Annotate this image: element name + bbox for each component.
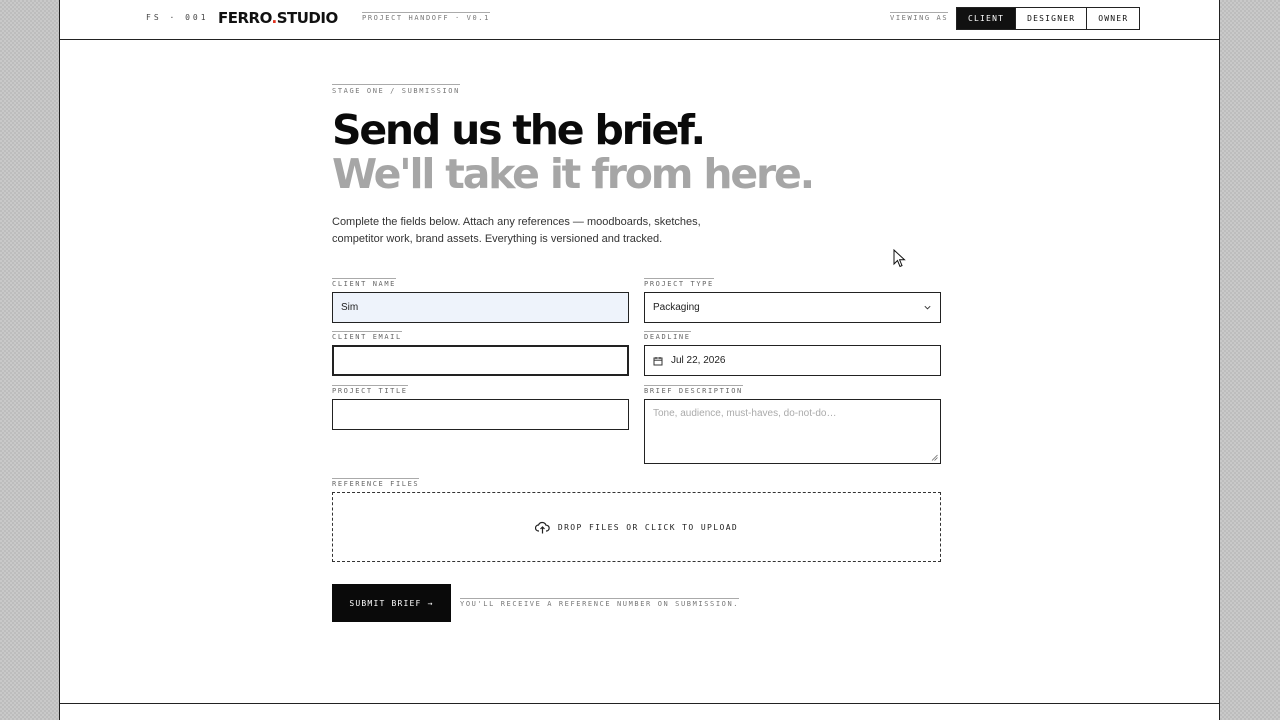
footer-divider bbox=[60, 703, 1219, 704]
client-name-value: Sim bbox=[341, 302, 359, 313]
brand-name-rest: STUDIO bbox=[276, 9, 339, 27]
brief-description-textarea[interactable]: Tone, audience, must-haves, do-not-do… bbox=[644, 399, 941, 464]
reference-files-label: REFERENCE FILES bbox=[332, 478, 420, 488]
deadline-input[interactable]: Jul 22, 2026 bbox=[644, 345, 941, 376]
project-type-value: Packaging bbox=[653, 302, 700, 313]
role-designer-button[interactable]: DESIGNER bbox=[1015, 8, 1087, 29]
calendar-icon bbox=[653, 356, 663, 365]
project-type-label: PROJECT TYPE bbox=[644, 278, 714, 288]
chevron-down-icon bbox=[924, 305, 931, 310]
brief-description-placeholder: Tone, audience, must-haves, do-not-do… bbox=[653, 408, 837, 419]
app-window: FS · 001 FERRO.STUDIO PROJECT HANDOFF · … bbox=[59, 0, 1220, 720]
deadline-field: DEADLINE Jul 22, 2026 bbox=[644, 326, 941, 376]
stage-label: STAGE ONE / SUBMISSION bbox=[332, 84, 460, 95]
brand-name-main: FERRO bbox=[218, 9, 272, 27]
submit-hint: YOU'LL RECEIVE A REFERENCE NUMBER ON SUB… bbox=[460, 598, 740, 608]
submit-row: SUBMIT BRIEF → YOU'LL RECEIVE A REFERENC… bbox=[332, 584, 740, 622]
version-label: PROJECT HANDOFF · V0.1 bbox=[362, 12, 490, 22]
submit-brief-button[interactable]: SUBMIT BRIEF → bbox=[332, 584, 451, 622]
dropzone-text: DROP FILES OR CLICK TO UPLOAD bbox=[557, 522, 739, 532]
file-dropzone[interactable]: DROP FILES OR CLICK TO UPLOAD bbox=[332, 492, 941, 562]
brief-form-section: STAGE ONE / SUBMISSION Send us the brief… bbox=[332, 80, 942, 622]
role-owner-button[interactable]: OWNER bbox=[1086, 8, 1140, 29]
cloud-upload-icon bbox=[534, 521, 550, 533]
resize-handle-icon[interactable] bbox=[931, 454, 938, 461]
page-subtitle: We'll take it from here. bbox=[332, 150, 815, 198]
client-email-field: CLIENT EMAIL bbox=[332, 326, 629, 376]
project-type-field: PROJECT TYPE Packaging bbox=[644, 273, 941, 323]
brand-logo[interactable]: FERRO.STUDIO bbox=[218, 9, 338, 27]
role-switcher: CLIENT DESIGNER OWNER bbox=[956, 7, 1141, 30]
brief-description-field: BRIEF DESCRIPTION Tone, audience, must-h… bbox=[644, 380, 941, 464]
project-title-input[interactable] bbox=[332, 399, 629, 430]
project-type-select[interactable]: Packaging bbox=[644, 292, 941, 323]
viewing-as-label: VIEWING AS bbox=[890, 12, 949, 22]
studio-code: FS · 001 bbox=[146, 13, 209, 22]
project-title-field: PROJECT TITLE bbox=[332, 380, 629, 430]
role-client-button[interactable]: CLIENT bbox=[957, 8, 1016, 29]
client-name-field: CLIENT NAME Sim bbox=[332, 273, 629, 323]
client-email-input[interactable] bbox=[332, 345, 629, 376]
client-name-input[interactable]: Sim bbox=[332, 292, 629, 323]
intro-text: Complete the fields below. Attach any re… bbox=[332, 216, 701, 245]
deadline-value: Jul 22, 2026 bbox=[671, 355, 726, 366]
deadline-label: DEADLINE bbox=[644, 331, 691, 341]
top-bar: FS · 001 FERRO.STUDIO PROJECT HANDOFF · … bbox=[60, 0, 1219, 40]
project-title-label: PROJECT TITLE bbox=[332, 385, 408, 395]
mouse-cursor-icon bbox=[893, 249, 906, 268]
reference-files-field: REFERENCE FILES DROP FILES OR CLICK TO U… bbox=[332, 473, 941, 562]
client-name-label: CLIENT NAME bbox=[332, 278, 396, 288]
brief-description-label: BRIEF DESCRIPTION bbox=[644, 385, 743, 395]
client-email-label: CLIENT EMAIL bbox=[332, 331, 402, 341]
page-title: Send us the brief. bbox=[332, 106, 706, 154]
